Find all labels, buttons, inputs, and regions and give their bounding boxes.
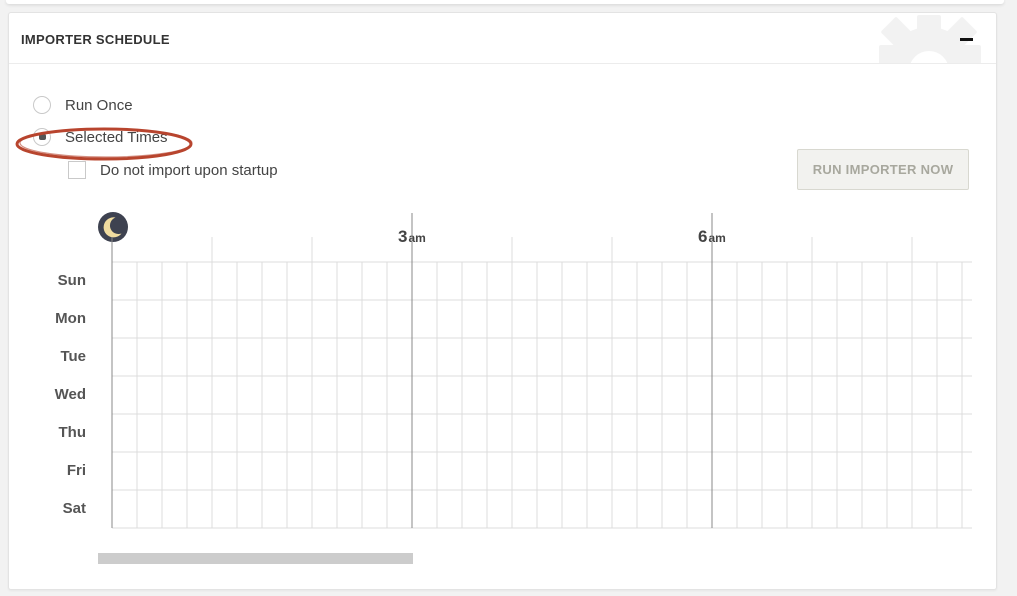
previous-panel-edge — [6, 0, 1004, 4]
importer-schedule-panel: IMPORTER SCHEDULE Run Once Selected Time… — [8, 12, 997, 590]
schedule-grid[interactable] — [9, 13, 996, 589]
horizontal-scrollbar[interactable] — [98, 553, 413, 564]
schedule-grid-area: 3am 6am Sun Mon Tue Wed Thu Fri Sat — [9, 13, 996, 589]
